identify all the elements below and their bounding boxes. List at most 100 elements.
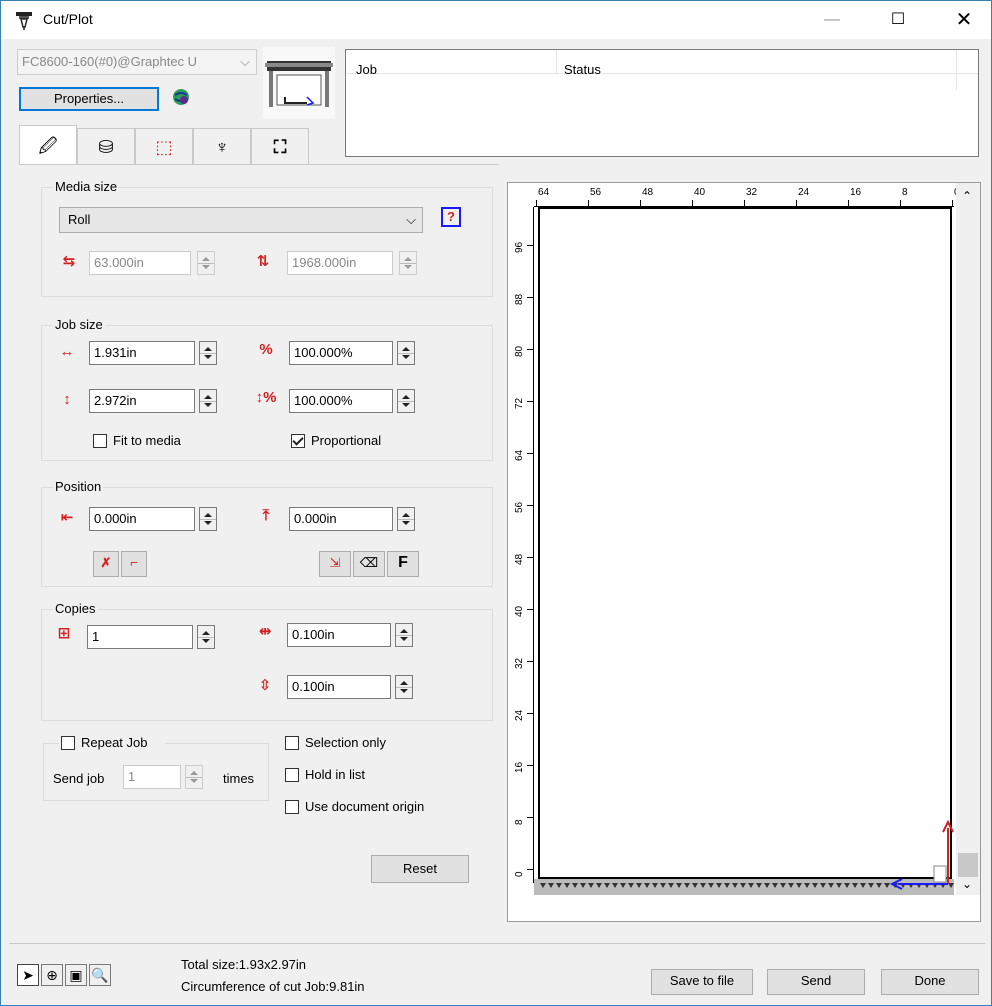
job-size-label: Job size [53,317,105,332]
media-length-stepper[interactable] [399,251,417,275]
times-label: times [223,771,255,786]
save-to-file-button[interactable]: Save to file [651,969,753,995]
copies-count-field[interactable]: 1 [87,625,193,649]
tab-weed[interactable]: ⬚ [135,128,193,164]
media-type-dropdown[interactable]: Roll ⌵ [59,207,423,233]
column-divider [556,50,557,74]
horizontal-spacing-field[interactable]: 0.100in [287,623,391,647]
scroll-thumb[interactable] [958,853,978,877]
clear-position-button[interactable]: ✗ [93,551,119,577]
repeat-job-checkbox[interactable] [61,736,75,750]
fit-to-media-label[interactable]: Fit to media [113,433,181,448]
job-height-stepper[interactable] [199,389,217,413]
media-type-value: Roll [68,212,91,227]
ruler-left-label: 16 [514,761,525,773]
chevron-up-icon[interactable]: ⌃ [962,189,972,203]
done-button[interactable]: Done [881,969,979,995]
ruler-left-tick [527,609,533,610]
scale-x-stepper[interactable] [397,341,415,365]
position-y-field[interactable]: 0.000in [289,507,393,531]
selection-only-label[interactable]: Selection only [305,735,386,750]
copies-count-stepper[interactable] [197,625,215,649]
feed-mark [772,883,778,888]
feed-mark [644,883,650,888]
use-document-origin-label[interactable]: Use document origin [305,799,424,814]
select-tool-button[interactable]: ➤ [17,964,39,986]
ruler-left-label: 8 [514,819,525,825]
reset-button[interactable]: Reset [371,855,469,883]
chevron-down-icon: ⌵ [406,212,416,227]
preview-scrollbar[interactable]: ⌃ ⌄ [956,183,980,895]
media-help-icon[interactable]: ? [441,207,461,227]
tab-tool[interactable]: ♆ [193,128,251,164]
vertical-spacing-field[interactable]: 0.100in [287,675,391,699]
selection-only-checkbox[interactable] [285,736,299,750]
repeat-times-stepper[interactable] [185,765,203,789]
job-width-field[interactable]: 1.931in [89,341,195,365]
tab-registration[interactable]: ⛶ [251,128,309,164]
tab-general[interactable]: 🖉 [19,125,77,165]
media-size-group [41,187,493,297]
device-dropdown[interactable]: FC8600-160(#0)@Graphtec U ⌵ [17,49,257,75]
column-header-job[interactable]: Job [356,62,377,77]
job-width-icon: ↔ [59,343,75,360]
hold-in-list-label[interactable]: Hold in list [305,767,365,782]
move-tool-button[interactable]: ⌫ [353,551,385,577]
move-to-origin-button[interactable]: ⇲ [319,551,351,577]
feed-mark [804,883,810,888]
job-height-field[interactable]: 2.972in [89,389,195,413]
zoom-selection-button[interactable]: 🔍 [89,964,111,986]
vertical-spacing-stepper[interactable] [395,675,413,699]
position-y-stepper[interactable] [397,507,415,531]
job-width-stepper[interactable] [199,341,217,365]
plot-preview[interactable]: 6456484032241680 96888072645648403224168… [507,182,981,922]
scale-x-field[interactable]: 100.000% [289,341,393,365]
close-button[interactable]: ✕ [941,1,987,39]
position-x-stepper[interactable] [199,507,217,531]
media-roll-icon: ⛁ [98,137,114,157]
proportional-checkbox[interactable] [291,434,305,448]
feed-mark [580,883,586,888]
ruler-top-tick [588,200,589,206]
chevron-down-icon: ⌵ [240,54,250,69]
window-title: Cut/Plot [43,11,93,27]
hold-in-list-checkbox[interactable] [285,768,299,782]
use-document-origin-checkbox[interactable] [285,800,299,814]
send-button[interactable]: Send [767,969,865,995]
ruler-top-label: 40 [694,187,706,198]
position-label: Position [53,479,104,494]
horizontal-spacing-stepper[interactable] [395,623,413,647]
device-dropdown-value: FC8600-160(#0)@Graphtec U [22,54,198,69]
fit-page-button[interactable]: ▣ [65,964,87,986]
fit-to-media-checkbox[interactable] [93,434,107,448]
media-width-stepper[interactable] [197,251,215,275]
media-width-field[interactable]: 63.000in [89,251,191,275]
properties-button[interactable]: Properties... [19,87,159,111]
job-list[interactable]: Job Status [345,49,979,157]
repeat-job-label[interactable]: Repeat Job [81,735,148,750]
f-button[interactable]: F [387,551,419,577]
feed-mark [628,883,634,888]
zoom-tool-button[interactable]: ⊕ [41,964,63,986]
globe-icon[interactable] [171,87,191,107]
media-length-field[interactable]: 1968.000in [287,251,393,275]
ruler-top-tick [536,200,537,206]
chevron-down-icon[interactable]: ⌄ [962,877,972,891]
tab-media[interactable]: ⛁ [77,128,135,164]
feed-mark [660,883,666,888]
maximize-button[interactable]: ☐ [875,1,921,39]
scale-y-stepper[interactable] [397,389,415,413]
column-header-status[interactable]: Status [564,62,601,77]
ruler-top-label: 8 [902,187,908,198]
feed-mark [556,883,562,888]
position-x-field[interactable]: 0.000in [89,507,195,531]
feed-mark [876,883,882,888]
scale-y-field[interactable]: 100.000% [289,389,393,413]
minimize-button[interactable]: — [809,1,855,39]
set-origin-button[interactable]: ⌐ [121,551,147,577]
proportional-label[interactable]: Proportional [311,433,381,448]
media-area[interactable] [538,207,952,879]
ruler-left-tick [527,765,533,766]
repeat-times-field[interactable]: 1 [123,765,181,789]
ruler-left-label: 32 [514,657,525,669]
